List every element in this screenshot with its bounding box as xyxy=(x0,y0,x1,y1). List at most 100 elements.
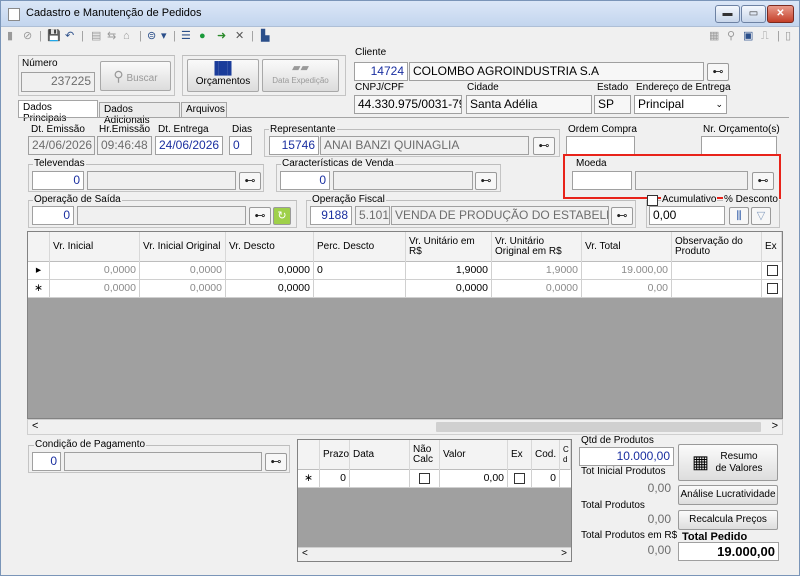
recalcula-precos-button[interactable]: Recalcula Preços xyxy=(678,510,778,530)
caracteristicas-search-button[interactable]: ⊷ xyxy=(475,172,497,190)
cell-observacao[interactable] xyxy=(672,262,762,279)
col-vr-inicial-original[interactable]: Vr. Inicial Original xyxy=(140,232,226,262)
cell-data[interactable] xyxy=(350,470,410,487)
acumulativo-checkbox[interactable] xyxy=(647,195,658,206)
table-row[interactable]: ∗ 0,0000 0,0000 0,0000 0,0000 0,0000 0,0… xyxy=(28,280,782,298)
scroll-left-icon[interactable]: < xyxy=(32,420,38,432)
ordem-compra-field[interactable] xyxy=(566,136,635,155)
cell-vr-inicial[interactable]: 0,0000 xyxy=(50,280,140,297)
table-row[interactable]: ▸ 0,0000 0,0000 0,0000 0 1,9000 1,9000 1… xyxy=(28,262,782,280)
toolbar-print-icon[interactable]: ▤ xyxy=(91,29,101,43)
representante-code-field[interactable]: 15746 xyxy=(269,136,319,155)
desconto-settings-button[interactable]: ⫼ xyxy=(729,207,749,225)
scroll-thumb[interactable] xyxy=(436,422,761,432)
toolbar-user-icon[interactable]: ⎍ xyxy=(761,29,769,43)
cell-vr-inicial-original[interactable]: 0,0000 xyxy=(140,280,226,297)
representante-search-button[interactable]: ⊷ xyxy=(533,137,555,155)
data-expedicao-button[interactable]: ▰▰ Data Expedição xyxy=(262,59,339,92)
cell-vr-unitario[interactable]: 1,9000 xyxy=(406,262,492,279)
televendas-code-field[interactable]: 0 xyxy=(32,171,84,190)
cell-vr-descto[interactable]: 0,0000 xyxy=(226,262,314,279)
refresh-button[interactable]: ↻ xyxy=(273,207,291,225)
col-vr-descto[interactable]: Vr. Descto xyxy=(226,232,314,262)
cell-ex[interactable] xyxy=(762,262,782,279)
dt-entrega-field[interactable]: 24/06/2026 xyxy=(155,136,223,155)
cell-vr-unitario-original[interactable]: 0,0000 xyxy=(492,280,582,297)
desconto-field[interactable]: 0,00 xyxy=(649,206,725,225)
operacao-saida-code-field[interactable]: 0 xyxy=(32,206,74,225)
cell-perc-descto[interactable]: 0 xyxy=(314,262,406,279)
cell-vr-total[interactable]: 0,00 xyxy=(582,280,672,297)
cell-vr-inicial[interactable]: 0,0000 xyxy=(50,262,140,279)
toolbar-status-icon[interactable]: ● xyxy=(199,29,206,43)
cell-perc-descto[interactable] xyxy=(314,280,406,297)
toolbar-undo-icon[interactable]: ↶ xyxy=(65,29,74,43)
condicao-code-field[interactable]: 0 xyxy=(32,452,61,471)
moeda-search-button[interactable]: ⊷ xyxy=(752,172,774,190)
cell-vr-descto[interactable]: 0,0000 xyxy=(226,280,314,297)
filter-button[interactable]: ▽ xyxy=(751,207,771,225)
tab-arquivos[interactable]: Arquivos xyxy=(181,102,227,117)
tab-dados-principais[interactable]: Dados Principais xyxy=(18,100,98,124)
cell-nao-calc[interactable] xyxy=(410,470,440,487)
col-observacao[interactable]: Observação do Produto xyxy=(672,232,762,262)
toolbar-exit-icon[interactable]: ➜ xyxy=(217,29,226,43)
scroll-right-icon[interactable]: > xyxy=(772,420,778,432)
cell-vr-total[interactable]: 19.000,00 xyxy=(582,262,672,279)
col-cd[interactable]: C d xyxy=(560,440,571,470)
caracteristicas-code-field[interactable]: 0 xyxy=(280,171,330,190)
col-vr-unitario[interactable]: Vr. Unitário em R$ xyxy=(406,232,492,262)
toolbar-home-icon[interactable]: ⌂ xyxy=(123,29,130,43)
col-cod[interactable]: Cod. xyxy=(532,440,560,470)
minimize-button[interactable]: ▬ xyxy=(715,5,740,23)
operacao-saida-search-button[interactable]: ⊷ xyxy=(249,207,271,225)
cell-vr-inicial-original[interactable]: 0,0000 xyxy=(140,262,226,279)
scroll-right-icon[interactable]: > xyxy=(561,548,567,559)
close-button[interactable]: ✕ xyxy=(767,5,794,23)
buscar-button[interactable]: ⚲ Buscar xyxy=(100,61,171,91)
cell-vr-unitario-original[interactable]: 1,9000 xyxy=(492,262,582,279)
resumo-valores-button[interactable]: ▦ Resumo de Valores xyxy=(678,444,778,481)
endereco-select[interactable]: Principal ⌄ xyxy=(634,95,727,114)
col-vr-inicial[interactable]: Vr. Inicial xyxy=(50,232,140,262)
toolbar-new-icon[interactable]: ▮ xyxy=(7,29,13,43)
toolbar-transfer-icon[interactable]: ⇆ xyxy=(107,29,116,43)
col-perc-descto[interactable]: Perc. Descto xyxy=(314,232,406,262)
table-row[interactable]: ∗ 0 0,00 0 xyxy=(298,470,571,488)
cell-ex[interactable] xyxy=(762,280,782,297)
parcelas-horizontal-scrollbar[interactable]: < > xyxy=(298,547,571,561)
toolbar-calc-icon[interactable]: ▦ xyxy=(709,29,719,43)
moeda-code-field[interactable] xyxy=(572,171,632,190)
operacao-fiscal-search-button[interactable]: ⊷ xyxy=(611,207,633,225)
cell-ex[interactable] xyxy=(508,470,532,487)
ex-checkbox[interactable] xyxy=(514,472,525,484)
toolbar-window-icon[interactable]: ▣ xyxy=(743,29,753,43)
toolbar-cancel-icon[interactable]: ⊘ xyxy=(23,29,32,43)
toolbar-delete-icon[interactable]: ✕ xyxy=(235,29,244,43)
orcamentos-button[interactable]: ▐█▌ Orçamentos xyxy=(187,59,259,92)
col-valor[interactable]: Valor xyxy=(440,440,508,470)
nr-orcamento-field[interactable] xyxy=(701,136,777,155)
col-ex[interactable]: Ex xyxy=(508,440,532,470)
col-vr-unitario-original[interactable]: Vr. Unitário Original em R$ xyxy=(492,232,582,262)
cell-cd[interactable] xyxy=(560,470,571,487)
cell-prazo[interactable]: 0 xyxy=(320,470,350,487)
items-horizontal-scrollbar[interactable]: < > xyxy=(27,419,783,435)
condicao-search-button[interactable]: ⊷ xyxy=(265,453,287,471)
toolbar-find-icon[interactable]: ⚲ xyxy=(727,29,735,43)
ex-checkbox[interactable] xyxy=(766,282,778,294)
nao-calc-checkbox[interactable] xyxy=(419,472,430,484)
col-data[interactable]: Data xyxy=(350,440,410,470)
col-ex[interactable]: Ex xyxy=(762,232,782,262)
tab-dados-adicionais[interactable]: Dados Adicionais xyxy=(99,102,180,126)
operacao-fiscal-code-field[interactable]: 9188 xyxy=(310,206,352,225)
televendas-search-button[interactable]: ⊷ xyxy=(239,172,261,190)
cell-cod[interactable]: 0 xyxy=(532,470,560,487)
toolbar-page-icon[interactable]: ▯ xyxy=(785,29,791,43)
toolbar-list-icon[interactable]: ☰ xyxy=(181,29,191,43)
numero-field[interactable]: 237225 xyxy=(21,72,95,92)
cliente-search-button[interactable]: ⊷ xyxy=(707,63,729,81)
toolbar-dropdown-icon[interactable]: ▾ xyxy=(161,29,167,43)
scroll-left-icon[interactable]: < xyxy=(302,548,308,559)
cliente-code-field[interactable]: 14724 xyxy=(354,62,408,81)
